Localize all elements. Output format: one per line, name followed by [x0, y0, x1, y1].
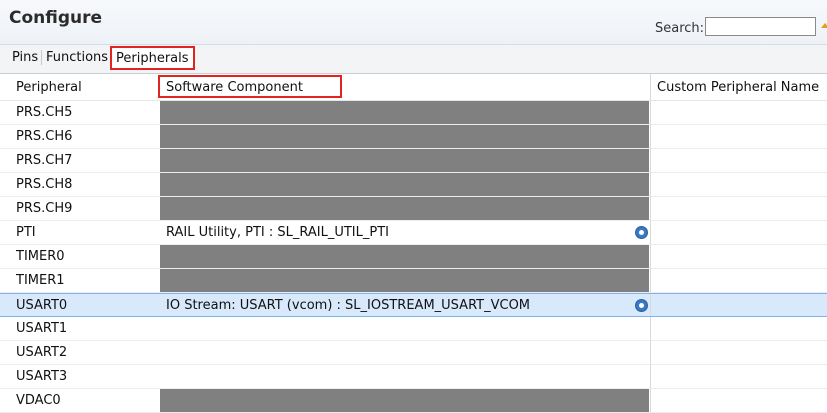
table-row[interactable]: PRS.CH7 — [0, 149, 827, 173]
search-label: Search: — [655, 21, 705, 36]
peripheral-cell: PRS.CH8 — [16, 177, 73, 192]
peripheral-cell: TIMER0 — [16, 249, 65, 264]
software-component-cell[interactable]: IO Stream: USART (vcom) : SL_IOSTREAM_US… — [160, 294, 649, 317]
custom-peripheral-name-cell[interactable] — [650, 389, 827, 412]
custom-peripheral-name-cell[interactable] — [650, 101, 827, 124]
tab-bar: Pins Functions Peripherals — [0, 45, 827, 74]
tab-pins[interactable]: Pins — [12, 50, 43, 65]
software-component-cell — [160, 389, 649, 412]
custom-peripheral-name-cell[interactable] — [650, 149, 827, 172]
software-component-cell — [160, 197, 649, 220]
table-body: PRS.CH5 PRS.CH6 PRS.CH7 PRS.CH8 PRS.CH9 PTI RA… — [0, 101, 827, 413]
table-header: Peripheral Software Component Custom Per… — [0, 74, 827, 101]
software-component-cell[interactable] — [160, 365, 649, 388]
peripheral-cell: USART2 — [16, 345, 68, 360]
peripheral-cell: USART1 — [16, 321, 68, 336]
table-row[interactable]: TIMER1 — [0, 269, 827, 293]
peripheral-cell: PRS.CH5 — [16, 105, 73, 120]
software-component-text: IO Stream: USART (vcom) : SL_IOSTREAM_US… — [166, 298, 531, 313]
table-row[interactable]: PRS.CH9 — [0, 197, 827, 221]
table-row[interactable]: PRS.CH5 — [0, 101, 827, 125]
table-row[interactable]: PTI RAIL Utility, PTI : SL_RAIL_UTIL_PTI — [0, 221, 827, 245]
search-input[interactable] — [705, 17, 816, 36]
custom-peripheral-name-cell[interactable] — [650, 125, 827, 148]
peripheral-cell: PRS.CH7 — [16, 153, 73, 168]
configure-gear-icon[interactable] — [636, 227, 647, 238]
software-component-cell[interactable] — [160, 317, 649, 340]
custom-peripheral-name-cell[interactable] — [650, 294, 827, 317]
column-divider — [650, 74, 651, 100]
software-component-cell — [160, 245, 649, 268]
configure-gear-icon[interactable] — [636, 300, 647, 311]
custom-peripheral-name-cell[interactable] — [650, 341, 827, 364]
table-row[interactable]: USART3 — [0, 365, 827, 389]
custom-peripheral-name-cell[interactable] — [650, 365, 827, 388]
configure-header: Configure Search: — [0, 0, 827, 45]
peripheral-cell: USART3 — [16, 369, 68, 384]
peripheral-cell: PRS.CH6 — [16, 129, 73, 144]
page-title: Configure — [9, 8, 103, 28]
table-row[interactable]: PRS.CH6 — [0, 125, 827, 149]
software-component-cell[interactable] — [160, 341, 649, 364]
custom-peripheral-name-cell[interactable] — [650, 269, 827, 292]
peripheral-cell: PRS.CH9 — [16, 201, 73, 216]
software-component-cell — [160, 173, 649, 196]
column-header-peripheral[interactable]: Peripheral — [16, 80, 82, 95]
software-component-cell — [160, 149, 649, 172]
peripheral-cell: USART0 — [16, 298, 68, 313]
software-component-cell[interactable]: RAIL Utility, PTI : SL_RAIL_UTIL_PTI — [160, 221, 649, 244]
tab-functions[interactable]: Functions — [46, 50, 108, 65]
custom-peripheral-name-cell[interactable] — [650, 221, 827, 244]
software-component-cell — [160, 125, 649, 148]
custom-peripheral-name-cell[interactable] — [650, 317, 827, 340]
peripherals-table: Peripheral Software Component Custom Per… — [0, 74, 827, 413]
software-component-cell — [160, 269, 649, 292]
software-component-text: RAIL Utility, PTI : SL_RAIL_UTIL_PTI — [166, 225, 389, 240]
table-row[interactable]: VDAC0 — [0, 389, 827, 413]
software-component-cell — [160, 101, 649, 124]
search-arrow-icon[interactable] — [821, 23, 827, 28]
software-component-highlight — [158, 75, 342, 98]
column-header-custom-peripheral-name[interactable]: Custom Peripheral Name — [657, 80, 819, 95]
peripheral-cell: VDAC0 — [16, 393, 61, 408]
peripheral-cell: TIMER1 — [16, 273, 65, 288]
custom-peripheral-name-cell[interactable] — [650, 197, 827, 220]
peripheral-cell: PTI — [16, 225, 36, 240]
table-row[interactable]: PRS.CH8 — [0, 173, 827, 197]
table-row[interactable]: USART1 — [0, 317, 827, 341]
table-row[interactable]: TIMER0 — [0, 245, 827, 269]
table-row[interactable]: USART2 — [0, 341, 827, 365]
custom-peripheral-name-cell[interactable] — [650, 245, 827, 268]
tab-peripherals[interactable]: Peripherals — [110, 46, 195, 70]
custom-peripheral-name-cell[interactable] — [650, 173, 827, 196]
table-row[interactable]: USART0 IO Stream: USART (vcom) : SL_IOSTR… — [0, 293, 827, 317]
